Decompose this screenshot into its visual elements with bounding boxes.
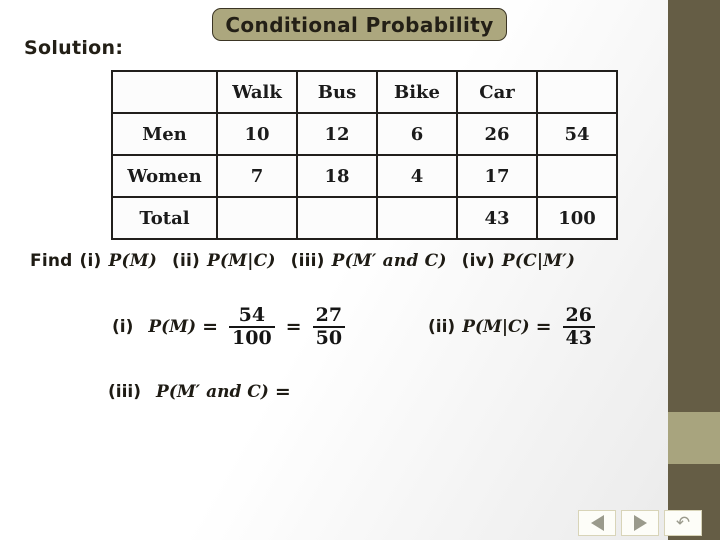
next-slide-button[interactable] xyxy=(621,510,659,536)
table-header-bike: Bike xyxy=(376,70,458,114)
table-header-bus: Bus xyxy=(296,70,378,114)
answer-i: (i) P(M) = 54 100 = 27 50 xyxy=(112,305,350,348)
decorative-right-rail xyxy=(668,0,720,540)
return-slide-button[interactable]: ↶ xyxy=(664,510,702,536)
table-header-walk: Walk xyxy=(216,70,298,114)
arrow-left-icon xyxy=(590,515,604,531)
cell-men-bike: 6 xyxy=(376,112,458,156)
frequency-table: Walk Bus Bike Car Men 10 12 6 26 54 Wome… xyxy=(111,70,618,240)
cell-women-car: 17 xyxy=(456,154,538,198)
cell-men-total: 54 xyxy=(536,112,618,156)
table-row: Men 10 12 6 26 54 xyxy=(111,112,618,156)
fraction-denominator: 50 xyxy=(312,325,346,349)
row-label-women: Women xyxy=(111,154,218,198)
cell-grand-total: 100 xyxy=(536,196,618,240)
question-expr-iii: P(M′ and C) xyxy=(331,251,447,271)
cell-total-bus xyxy=(296,196,378,240)
question-lead: Find xyxy=(30,251,73,271)
rail-band-top xyxy=(668,0,720,412)
slide-navigation: ↶ xyxy=(578,510,702,536)
return-arrow-icon: ↶ xyxy=(675,512,691,533)
cell-men-walk: 10 xyxy=(216,112,298,156)
table-corner-cell xyxy=(111,70,218,114)
question-marker-iv: (iv) xyxy=(461,251,495,271)
table-header-total xyxy=(536,70,618,114)
title-banner: Conditional Probability xyxy=(212,8,507,41)
cell-women-total xyxy=(536,154,618,198)
answer-marker-ii: (ii) xyxy=(428,316,456,337)
previous-slide-button[interactable] xyxy=(578,510,616,536)
question-line: Find (i) P(M) (ii) P(M|C) (iii) P(M′ and C) (iv… xyxy=(30,251,575,271)
page-title: Conditional Probability xyxy=(225,12,494,37)
answer-equals-i: = xyxy=(202,315,218,338)
fraction-denominator: 43 xyxy=(562,325,595,349)
answer-fraction-54-100: 54 100 xyxy=(229,305,275,348)
question-marker-i: (i) xyxy=(79,251,102,271)
question-marker-ii: (ii) xyxy=(171,251,200,271)
answer-fraction-26-43: 26 43 xyxy=(562,304,595,349)
answer-expr-iii: P(M′ and C) xyxy=(156,382,269,402)
fraction-numerator: 26 xyxy=(565,304,592,326)
table-row: Total 43 100 xyxy=(111,196,618,240)
table-header-row: Walk Bus Bike Car xyxy=(111,70,618,114)
table-row: Women 7 18 4 17 xyxy=(111,154,618,198)
cell-men-car: 26 xyxy=(456,112,538,156)
fraction-numerator: 27 xyxy=(315,304,343,326)
arrow-right-icon xyxy=(633,515,647,531)
answer-ii: (ii) P(M|C) = 26 43 xyxy=(428,305,600,348)
question-marker-iii: (iii) xyxy=(290,251,325,271)
table-header-car: Car xyxy=(456,70,538,114)
cell-men-bus: 12 xyxy=(296,112,378,156)
question-expr-ii: P(M|C) xyxy=(206,251,276,271)
answer-iii: (iii) P(M′ and C) = xyxy=(108,381,297,403)
cell-women-bus: 18 xyxy=(296,154,378,198)
answer-equals-ii: = xyxy=(535,315,552,338)
question-expr-iv: P(C|M′) xyxy=(501,251,576,271)
rail-band-middle xyxy=(668,412,720,464)
cell-women-bike: 4 xyxy=(376,154,458,198)
cell-total-bike xyxy=(376,196,458,240)
slide-canvas: Conditional Probability Solution: Walk B… xyxy=(0,0,720,540)
cell-total-walk xyxy=(216,196,298,240)
cell-women-walk: 7 xyxy=(216,154,298,198)
answer-marker-iii: (iii) xyxy=(108,382,142,402)
solution-label: Solution: xyxy=(24,37,124,59)
fraction-denominator: 100 xyxy=(229,325,275,349)
row-label-total: Total xyxy=(111,196,218,240)
answer-equals2-i: = xyxy=(285,315,302,338)
answer-fraction-27-50: 27 50 xyxy=(312,304,346,349)
answer-expr-ii: P(M|C) xyxy=(462,316,530,337)
question-expr-i: P(M) xyxy=(108,251,157,271)
answer-expr-i: P(M) xyxy=(148,316,197,337)
answer-marker-i: (i) xyxy=(112,316,134,337)
fraction-numerator: 54 xyxy=(238,304,266,326)
row-label-men: Men xyxy=(111,112,218,156)
answer-equals-iii: = xyxy=(274,381,291,403)
cell-total-car: 43 xyxy=(456,196,538,240)
